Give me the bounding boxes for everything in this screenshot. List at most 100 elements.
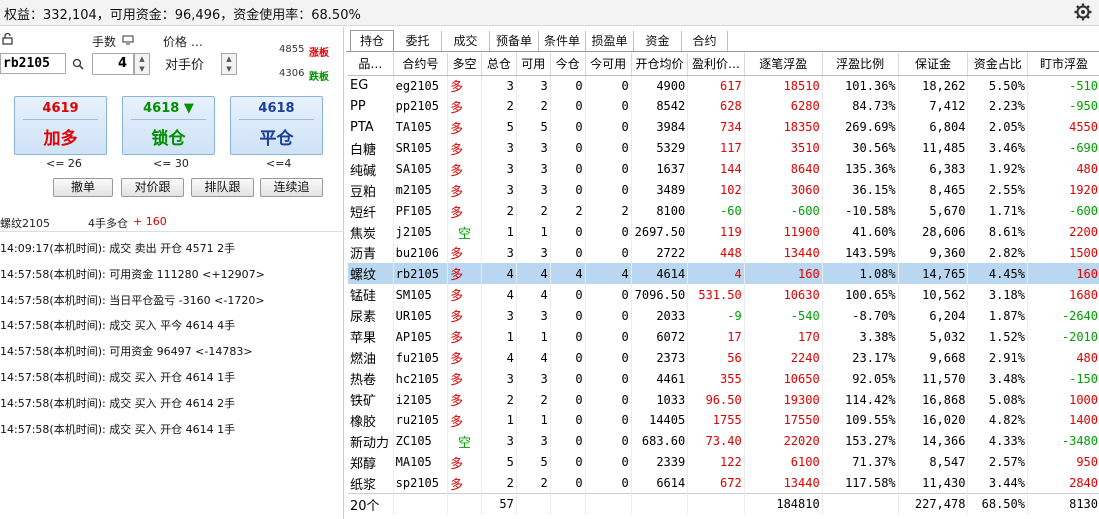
table-cell: 0 <box>550 179 586 201</box>
footer-cell: 68.50% <box>967 493 1028 515</box>
buy-long-label: 加多 <box>43 129 78 149</box>
table-cell: 螺纹 <box>348 263 394 285</box>
table-row[interactable]: 纸浆 sp2105 多 2 2 0 0 6614 672 13440 117.58% 11,430 3.… <box>348 472 1099 494</box>
table-cell: 0 <box>550 451 586 473</box>
search-icon[interactable] <box>72 58 84 70</box>
table-row[interactable]: 郑醇 MA105 多 5 5 0 0 2339 122 6100 71.37% 8,547 2.57% 9… <box>348 451 1099 473</box>
table-cell: 22020 <box>744 430 823 452</box>
table-cell: UR105 <box>393 305 449 327</box>
col-today-available[interactable]: 今可用 <box>585 53 632 76</box>
table-cell: 0 <box>585 137 632 159</box>
close-position-label: 平仓 <box>259 129 294 149</box>
table-cell: 5.50% <box>967 75 1028 96</box>
table-cell: bu2106 <box>393 242 449 264</box>
tab-orders[interactable]: 委托 <box>394 31 442 51</box>
table-cell: sp2105 <box>393 472 449 494</box>
table-row[interactable]: 沥青 bu2106 多 3 3 0 0 2722 448 13440 143.59% 9,360 2.8… <box>348 242 1099 264</box>
table-row[interactable]: PTA TA105 多 5 5 0 0 3984 734 18350 269.69% 6,804 2.0… <box>348 116 1099 138</box>
tab-prepared-orders[interactable]: 预备单 <box>490 31 539 51</box>
table-row[interactable]: 尿素 UR105 多 3 3 0 0 2033 -9 -540 -8.70% 6,204 1.87% -2… <box>348 305 1099 327</box>
table-row[interactable]: EG eg2105 多 3 3 0 0 4900 617 18510 101.36% 18,262 5.… <box>348 75 1099 96</box>
price-mode-field[interactable]: 对手价 <box>163 52 221 75</box>
table-row[interactable]: 螺纹 rb2105 多 4 4 4 4 4614 4 160 1.08% 14,765 4.45% 160 <box>348 263 1099 285</box>
table-cell: 空 <box>447 221 482 243</box>
message-log: 14:09:17(本机时间): 成交 卖出 开仓 4571 2手 14:57:5… <box>0 236 344 442</box>
footer-cell <box>822 493 899 515</box>
col-pnl-ratio[interactable]: 浮盈比例 <box>822 53 899 76</box>
table-cell: 6280 <box>744 95 823 117</box>
table-cell: 1.52% <box>967 326 1028 348</box>
table-row[interactable]: 纯碱 SA105 多 3 3 0 0 1637 144 8640 135.36% 6,383 1.92%… <box>348 158 1099 180</box>
table-cell: 多 <box>447 116 482 138</box>
col-margin[interactable]: 保证金 <box>898 53 969 76</box>
table-row[interactable]: 焦炭 j2105 空 1 1 0 0 2697.50 119 11900 41.60% 28,606 8… <box>348 221 1099 243</box>
fullscreen-icon[interactable] <box>122 35 134 45</box>
table-row[interactable]: 白糖 SR105 多 3 3 0 0 5329 117 3510 30.56% 11,485 3.46%… <box>348 137 1099 159</box>
col-profit-price[interactable]: 盈利价… <box>687 53 745 76</box>
col-open-avg[interactable]: 开仓均价 <box>631 53 689 76</box>
footer-cell: 57 <box>481 493 517 515</box>
tab-contracts[interactable]: 合约 <box>682 31 728 51</box>
table-row[interactable]: 燃油 fu2105 多 4 4 0 0 2373 56 2240 23.17% 9,668 2.91% 4… <box>348 347 1099 369</box>
table-cell: 1.87% <box>967 305 1028 327</box>
col-total[interactable]: 总仓 <box>481 53 517 76</box>
table-cell: 纸浆 <box>348 472 394 494</box>
col-mtm-pnl[interactable]: 盯市浮盈 <box>1027 53 1099 76</box>
close-position-button[interactable]: 4618 平仓 <box>230 96 323 155</box>
buy-long-button[interactable]: 4619 加多 <box>14 96 107 155</box>
table-cell: 531.50 <box>687 284 745 306</box>
table-row[interactable]: 新动力 ZC105 空 3 3 0 0 683.60 73.40 22020 153.27% 14,3… <box>348 430 1099 452</box>
tab-stop-orders[interactable]: 损盈单 <box>586 31 634 51</box>
cancel-order-button[interactable]: 撤单 <box>53 178 113 197</box>
table-cell: 6614 <box>631 472 689 494</box>
follow-opposite-button[interactable]: 对价跟 <box>121 178 184 197</box>
table-row[interactable]: 橡胶 ru2105 多 1 1 0 0 14405 1755 17550 109.55% 16,020… <box>348 410 1099 431</box>
table-cell: 143.59% <box>822 242 899 264</box>
price-stepper[interactable]: ▲ ▼ <box>221 53 237 75</box>
table-row[interactable]: 铁矿 i2105 多 2 2 0 0 1033 96.50 19300 114.42% 16,868 5… <box>348 389 1099 410</box>
table-cell: 7096.50 <box>631 284 689 306</box>
log-entry: 14:57:58(本机时间): 成交 买入 开仓 4614 2手 <box>0 396 236 410</box>
table-cell: -10.58% <box>822 200 899 222</box>
table-row[interactable]: PP pp2105 多 2 2 0 0 8542 628 6280 84.73% 7,412 2.23%… <box>348 95 1099 117</box>
tab-positions[interactable]: 持仓 <box>350 30 394 52</box>
col-today[interactable]: 今仓 <box>550 53 586 76</box>
tab-trades[interactable]: 成交 <box>442 31 490 51</box>
col-available[interactable]: 可用 <box>516 53 551 76</box>
qty-input[interactable]: 4 <box>92 53 134 75</box>
table-cell: 2.55% <box>967 179 1028 201</box>
lock-icon[interactable] <box>2 33 14 45</box>
tab-funds[interactable]: 资金 <box>634 31 682 51</box>
footer-cell <box>393 493 449 515</box>
table-cell: 117 <box>687 137 745 159</box>
table-cell: 多 <box>447 242 482 264</box>
col-fund-ratio[interactable]: 资金占比 <box>967 53 1028 76</box>
col-direction[interactable]: 多空 <box>447 53 482 76</box>
table-cell: 白糖 <box>348 137 394 159</box>
footer-cell <box>447 493 482 515</box>
table-cell: 2373 <box>631 347 689 369</box>
gear-icon[interactable] <box>1073 2 1093 22</box>
col-float-pnl[interactable]: 逐笔浮盈 <box>744 53 823 76</box>
table-row[interactable]: 苹果 AP105 多 1 1 0 0 6072 17 170 3.38% 5,032 1.52% -201… <box>348 326 1099 348</box>
follow-queue-button[interactable]: 排队跟 <box>191 178 254 197</box>
table-cell: 13440 <box>744 242 823 264</box>
continuous-chase-button[interactable]: 连续追 <box>260 178 323 197</box>
table-cell: 4461 <box>631 368 689 390</box>
table-cell: 1.92% <box>967 158 1028 180</box>
table-row[interactable]: 豆粕 m2105 多 3 3 0 0 3489 102 3060 36.15% 8,465 2.55% 1… <box>348 179 1099 201</box>
table-cell: 多 <box>447 389 482 410</box>
col-contract[interactable]: 合约号 <box>393 53 449 76</box>
table-row[interactable]: 锰硅 SM105 多 4 4 0 0 7096.50 531.50 10630 100.65% 10,… <box>348 284 1099 306</box>
table-cell: 2.05% <box>967 116 1028 138</box>
table-row[interactable]: 短纤 PF105 多 2 2 2 2 8100 -60 -600 -10.58% 5,670 1.71%… <box>348 200 1099 222</box>
symbol-input[interactable]: rb2105 <box>0 53 66 74</box>
col-product[interactable]: 品… <box>348 53 394 76</box>
table-cell: 4.33% <box>967 430 1028 452</box>
tab-conditional-orders[interactable]: 条件单 <box>539 31 586 51</box>
table-cell: 0 <box>585 284 632 306</box>
qty-stepper[interactable]: ▲ ▼ <box>134 53 150 75</box>
table-cell: SA105 <box>393 158 449 180</box>
table-row[interactable]: 热卷 hc2105 多 3 3 0 0 4461 355 10650 92.05% 11,570 3.4… <box>348 368 1099 390</box>
lock-position-button[interactable]: 4618 ▼ 锁仓 <box>122 96 215 155</box>
